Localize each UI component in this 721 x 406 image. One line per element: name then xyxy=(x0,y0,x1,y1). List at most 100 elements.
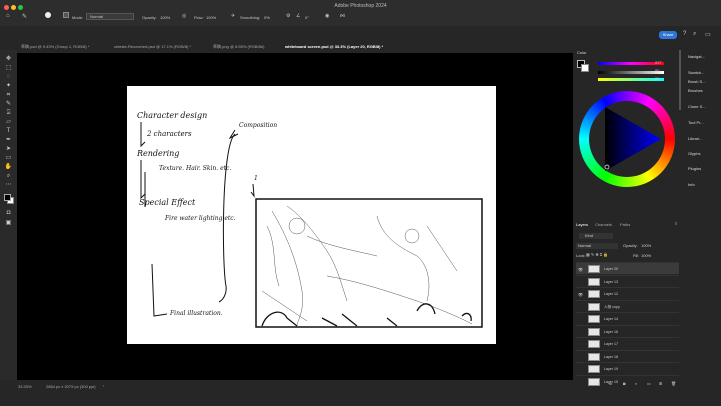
layer-row[interactable]: Layer 13 xyxy=(576,274,679,287)
blend-mode-select[interactable]: Normal xyxy=(576,243,618,249)
shape-tool-icon[interactable]: ▭ xyxy=(4,155,13,162)
brush-tool-icon[interactable]: ✎ xyxy=(22,13,27,20)
options-bar: ⌂ ✎ Mode: Normal Opacity: 100% ◎ Flow: 1… xyxy=(0,10,721,26)
note-special-effect: Special Effect xyxy=(139,198,196,207)
brush-tool-icon[interactable]: ✎ xyxy=(4,101,13,108)
flow-field[interactable]: 100% xyxy=(206,15,216,20)
status-chevron-icon[interactable]: › xyxy=(103,383,104,388)
dock-clone-source[interactable]: Clone S... xyxy=(688,104,706,109)
tab-document-1[interactable]: 草稿.psd @ 9.43% (Group 1, RGB/8) * xyxy=(21,44,89,50)
visibility-eye-icon[interactable]: 👁 xyxy=(578,292,583,297)
layer-row[interactable]: 人物 copy xyxy=(576,299,679,312)
zoom-tool-icon[interactable]: ⌕ xyxy=(4,173,13,180)
stamp-tool-icon[interactable]: ⍓ xyxy=(4,110,13,117)
blue-value[interactable]: 26 xyxy=(655,76,659,81)
screen-mode-icon[interactable]: ▣ xyxy=(4,220,13,227)
delete-layer-icon[interactable]: 🗑 xyxy=(671,381,676,386)
mode-select[interactable]: Normal xyxy=(86,13,134,20)
dock-navigator[interactable]: Navigat... xyxy=(688,54,705,59)
quick-mask-icon[interactable]: ◘ xyxy=(4,210,13,217)
help-icon[interactable]: ? xyxy=(683,31,686,37)
note-character-design: Character design xyxy=(137,111,207,120)
tab-document-3[interactable]: 草稿.png @ 6.55% (RGB/8#) xyxy=(213,44,264,50)
share-button[interactable]: Share xyxy=(659,31,677,39)
layer-row[interactable]: 👁 Layer 20 xyxy=(576,262,679,274)
search-icon[interactable]: ⌕ xyxy=(693,31,696,38)
new-group-icon[interactable]: ▭ xyxy=(647,381,651,386)
magic-wand-tool-icon[interactable]: ✦ xyxy=(4,83,13,90)
layer-opacity-field[interactable]: 100% xyxy=(641,243,651,248)
document-canvas[interactable]: Character design 2 characters Rendering … xyxy=(127,86,496,344)
pressure-size-icon[interactable]: ◉ xyxy=(325,13,329,19)
window-title: Adobe Photoshop 2024 xyxy=(334,3,387,9)
link-layers-icon[interactable]: ⚭ xyxy=(597,381,600,386)
more-tools-icon[interactable]: ⋯ xyxy=(4,182,13,189)
move-tool-icon[interactable]: ✥ xyxy=(4,56,13,63)
canvas-workspace[interactable]: Character design 2 characters Rendering … xyxy=(17,53,573,386)
brush-settings-icon[interactable] xyxy=(63,12,69,18)
add-mask-icon[interactable]: ◙ xyxy=(623,381,625,386)
dock-brush-settings[interactable]: Brush S... xyxy=(688,79,706,84)
crop-tool-icon[interactable]: ⌗ xyxy=(4,92,13,99)
bg-color-swatch[interactable] xyxy=(581,64,589,72)
smoothing-field[interactable]: 0% xyxy=(264,15,270,20)
dock-plugins[interactable]: Plugins xyxy=(688,166,701,171)
workspace-icon[interactable]: ▭ xyxy=(705,31,711,38)
adjustment-layer-icon[interactable]: ◐ xyxy=(635,381,637,386)
path-selection-icon[interactable]: ➤ xyxy=(4,146,13,153)
layer-row[interactable]: 👁 Layer 12 xyxy=(576,287,679,299)
foreground-color-swatch[interactable] xyxy=(4,194,11,201)
dock-swatches[interactable]: Swatch... xyxy=(688,70,704,75)
layer-row[interactable]: Layer 18 xyxy=(576,349,679,362)
document-info: 2864 px x 2079 px (300 ppi) xyxy=(46,384,96,389)
fill-label: Fill: xyxy=(633,253,640,258)
layer-row[interactable]: Layer 19 xyxy=(576,362,679,374)
red-value[interactable]: 227 xyxy=(655,60,662,65)
new-layer-icon[interactable]: ⊞ xyxy=(659,381,662,386)
angle-field[interactable]: 0° xyxy=(305,15,309,20)
lock-label: Lock: xyxy=(576,253,586,258)
smoothing-gear-icon[interactable]: ⚙ xyxy=(286,13,290,19)
angle-icon[interactable]: ∠ xyxy=(296,13,300,19)
lock-icons[interactable]: ▦ ✎ ✥ ⌗ 🔒 xyxy=(586,252,608,257)
marquee-tool-icon[interactable]: ⬚ xyxy=(4,65,13,72)
opacity-field[interactable]: 100% xyxy=(160,15,170,20)
visibility-eye-icon[interactable]: 👁 xyxy=(578,267,583,272)
green-value[interactable]: 80 xyxy=(655,68,659,73)
dock-tool-presets[interactable]: Tool Pr... xyxy=(688,120,704,125)
type-tool-icon[interactable]: T xyxy=(4,128,13,135)
tab-paths[interactable]: Paths xyxy=(620,222,630,227)
tab-document-2[interactable]: celeste-Recovered.psd @ 17.1% (RGB/8) * xyxy=(114,44,191,49)
note-final-illustration: Final illustration. xyxy=(169,310,223,317)
tab-layers[interactable]: Layers xyxy=(576,222,588,227)
note-texture: Texture. Hair. Skin. etc. xyxy=(159,165,231,172)
pen-tool-icon[interactable]: ✒ xyxy=(4,137,13,144)
photoshop-window: Adobe Photoshop 2024 ⌂ ✎ Mode: Normal Op… xyxy=(0,0,721,406)
dock-glyphs[interactable]: Glyphs xyxy=(688,151,700,156)
fill-field[interactable]: 100% xyxy=(641,253,651,258)
hand-tool-icon[interactable]: ✋ xyxy=(4,164,13,171)
layer-row[interactable]: Layer 14 xyxy=(576,312,679,324)
brush-preset-icon[interactable] xyxy=(45,12,51,18)
lasso-tool-icon[interactable]: ◌ xyxy=(4,74,13,81)
color-panel-scrollbar[interactable] xyxy=(679,50,681,110)
layer-row[interactable]: Layer 17 xyxy=(576,337,679,349)
pressure-opacity-icon[interactable]: ◎ xyxy=(182,13,186,19)
layer-thumbnail xyxy=(588,340,600,348)
symmetry-icon[interactable]: ⋈ xyxy=(340,13,345,19)
home-icon[interactable]: ⌂ xyxy=(6,13,10,19)
note-fire-water: Fire water lighting etc. xyxy=(164,215,236,222)
saturation-triangle[interactable] xyxy=(589,101,665,177)
layers-panel-menu-icon[interactable]: ≡ xyxy=(675,221,677,226)
filter-kind-select[interactable]: Kind xyxy=(579,233,613,239)
layer-row[interactable]: Layer 16 xyxy=(576,324,679,337)
layer-style-icon[interactable]: fx xyxy=(609,381,612,386)
dock-libraries[interactable]: Librari... xyxy=(688,136,702,141)
eraser-tool-icon[interactable]: ▱ xyxy=(4,119,13,126)
airbrush-icon[interactable]: ✈ xyxy=(231,13,235,19)
zoom-level[interactable]: 33.33% xyxy=(18,384,32,389)
tab-document-4[interactable]: whiteboard screen.psd @ 33.3% (Layer 20,… xyxy=(285,44,383,49)
tab-channels[interactable]: Channels xyxy=(595,222,612,227)
dock-brushes[interactable]: Brushes xyxy=(688,88,703,93)
dock-info[interactable]: Info xyxy=(688,182,695,187)
